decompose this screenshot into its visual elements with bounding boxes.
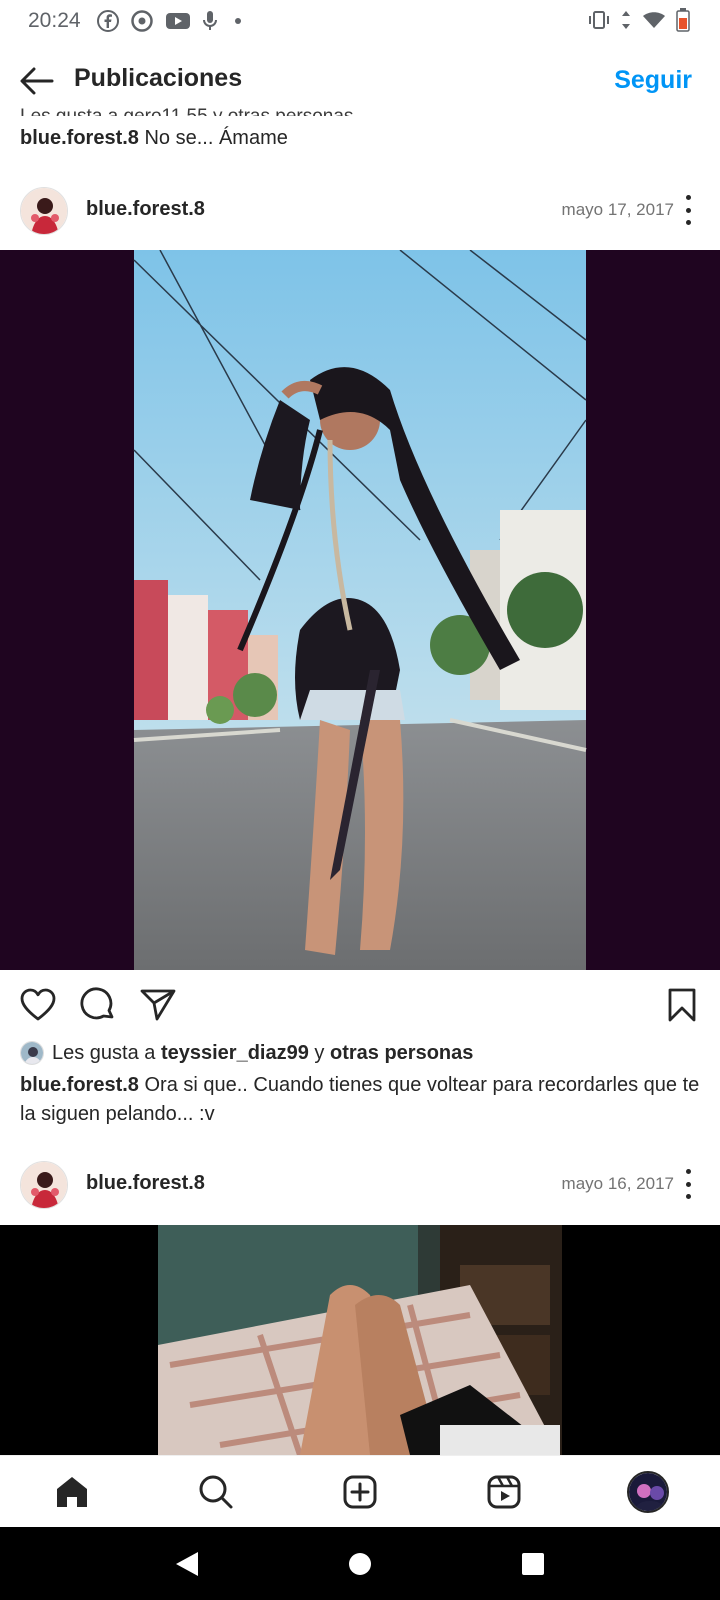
more-vertical-icon	[685, 195, 691, 200]
page-title: Publicaciones	[74, 64, 243, 92]
post-caption: blue.forest.8 Ora si que.. Cuando tienes…	[20, 1071, 700, 1129]
battery-icon	[676, 8, 690, 32]
more-options-button[interactable]	[682, 195, 694, 225]
status-time: 20:24	[28, 9, 81, 32]
post-photo	[133, 250, 587, 970]
notification-dot-icon	[234, 18, 241, 24]
post-date: mayo 17, 2017	[561, 200, 674, 219]
reels-icon	[487, 1475, 521, 1508]
vibrate-icon	[589, 11, 609, 29]
nav-reels-button[interactable]	[479, 1467, 529, 1517]
mic-icon	[202, 11, 217, 30]
wifi-icon	[643, 12, 665, 28]
post-header: blue.forest.8 mayo 16, 2017	[0, 1155, 720, 1215]
data-arrows-icon	[622, 11, 630, 29]
system-navigation-bar	[0, 1527, 720, 1600]
post-date: mayo 16, 2017	[561, 1174, 674, 1193]
prev-post-likes: Les gusta a gero11.55 y otras personas	[20, 100, 353, 116]
avatar[interactable]	[20, 1161, 68, 1209]
search-icon	[199, 1475, 233, 1508]
like-button[interactable]	[18, 985, 58, 1025]
circle-home-icon	[348, 1552, 371, 1575]
post-header: blue.forest.8 mayo 17, 2017	[0, 181, 720, 241]
caption-text: No se... Ámame	[138, 127, 288, 149]
avatar	[627, 1470, 669, 1513]
liker-username[interactable]: teyssier_diaz99	[161, 1042, 309, 1064]
likes-row: Les gusta a teyssier_diaz99 y otras pers…	[20, 1041, 473, 1065]
nav-search-button[interactable]	[191, 1467, 241, 1517]
follow-button[interactable]: Seguir	[614, 66, 692, 95]
bottom-navigation	[0, 1455, 720, 1527]
post-image[interactable]	[0, 1225, 720, 1455]
post-photo	[158, 1225, 562, 1455]
plus-square-icon	[343, 1475, 377, 1508]
post-actions	[0, 985, 720, 1031]
comment-button[interactable]	[78, 985, 118, 1025]
back-button[interactable]	[18, 62, 56, 100]
likes-text[interactable]: Les gusta a teyssier_diaz99 y otras pers…	[52, 1042, 473, 1065]
more-options-button[interactable]	[682, 1169, 694, 1199]
liker-avatar[interactable]	[20, 1041, 44, 1065]
more-vertical-icon	[685, 1169, 691, 1174]
nav-profile-button[interactable]	[623, 1467, 673, 1517]
others-link[interactable]: otras personas	[330, 1042, 473, 1064]
save-button[interactable]	[662, 985, 702, 1025]
system-back-button[interactable]	[165, 1542, 209, 1586]
status-bar: 20:24	[0, 0, 720, 42]
nav-create-button[interactable]	[335, 1467, 385, 1517]
facebook-icon	[96, 10, 119, 32]
youtube-icon	[165, 13, 190, 29]
comment-icon	[80, 987, 114, 1020]
post-username[interactable]: blue.forest.8	[86, 1172, 205, 1195]
top-app-bar: Publicaciones Seguir	[0, 56, 720, 106]
send-icon	[140, 989, 176, 1021]
prev-post-caption: blue.forest.8 No se... Ámame	[20, 124, 700, 153]
caption-username[interactable]: blue.forest.8	[20, 1074, 139, 1096]
post-username[interactable]: blue.forest.8	[86, 198, 205, 221]
system-home-button[interactable]	[338, 1542, 382, 1586]
caption-username[interactable]: blue.forest.8	[20, 127, 139, 149]
triangle-back-icon	[175, 1551, 198, 1576]
system-recents-button[interactable]	[511, 1542, 555, 1586]
square-recents-icon	[522, 1552, 545, 1575]
share-button[interactable]	[138, 985, 178, 1025]
home-icon	[57, 1476, 87, 1507]
chrome-icon	[130, 10, 153, 32]
bookmark-icon	[668, 988, 696, 1022]
post-image[interactable]	[0, 250, 720, 970]
nav-home-button[interactable]	[47, 1467, 97, 1517]
arrow-left-icon	[20, 67, 54, 95]
avatar[interactable]	[20, 187, 68, 235]
heart-icon	[20, 988, 56, 1021]
